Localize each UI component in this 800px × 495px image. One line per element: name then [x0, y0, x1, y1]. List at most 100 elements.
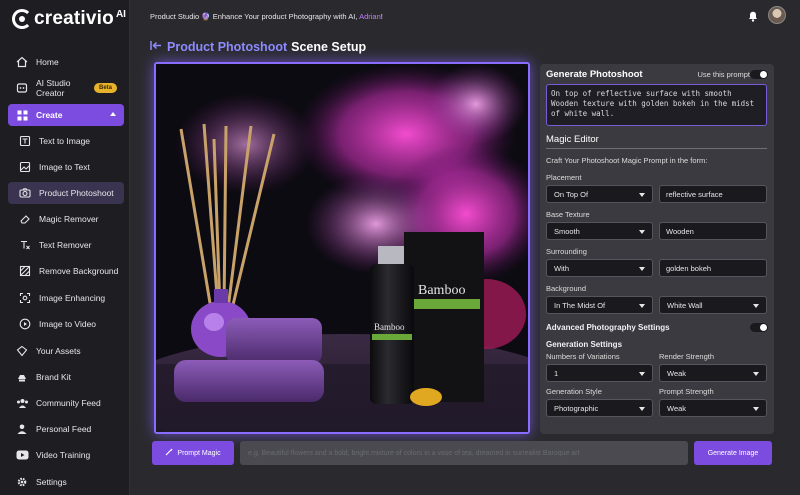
base-texture-label: Base Texture: [546, 210, 590, 219]
sidebar-item-product-photoshoot[interactable]: Product Photoshoot: [8, 182, 124, 204]
youtube-icon: [15, 448, 29, 462]
sidebar-item-label: Image Enhancing: [39, 293, 106, 303]
back-arrow-icon[interactable]: [150, 40, 162, 54]
magic-wand-icon: [165, 448, 174, 458]
use-prompt-toggle[interactable]: [750, 70, 768, 79]
placement-select-value: On Top Of: [554, 189, 589, 199]
app-logo[interactable]: creativio AI: [12, 8, 126, 30]
sidebar-item-label: Settings: [36, 477, 67, 487]
person-icon: [15, 422, 29, 436]
sidebar-item-home[interactable]: Home: [8, 51, 124, 73]
sidebar-item-label: AI Studio Creator: [36, 78, 71, 98]
variations-label: Numbers of Variations: [546, 352, 620, 361]
prompt-textarea[interactable]: On top of reflective surface with smooth…: [546, 84, 767, 126]
sidebar-item-community-feed[interactable]: Community Feed: [8, 392, 124, 414]
sidebar-item-settings[interactable]: Settings: [8, 471, 124, 493]
sidebar-item-remove-background[interactable]: Remove Background: [8, 260, 124, 282]
sidebar-item-text-remover[interactable]: Text Remover: [8, 234, 124, 256]
top-bar: Product Studio 🔮 Enhance Your product Ph…: [140, 4, 792, 28]
placement-label: Placement: [546, 173, 582, 182]
sidebar-item-label: Magic Remover: [39, 214, 99, 224]
advanced-settings-toggle[interactable]: [750, 323, 768, 332]
sidebar-item-video-training[interactable]: Video Training: [8, 444, 124, 466]
chevron-down-icon: [639, 193, 645, 197]
sidebar-item-text-to-image[interactable]: Text to Image: [8, 130, 124, 152]
app-name: creativio: [34, 8, 114, 29]
avatar[interactable]: [768, 6, 786, 24]
surrounding-select-value: With: [554, 263, 569, 273]
render-strength-label: Render Strength: [659, 352, 715, 361]
chevron-down-icon: [639, 304, 645, 308]
text-image-icon: [18, 134, 32, 148]
announcement-text: Product Studio 🔮 Enhance Your product Ph…: [150, 12, 383, 21]
text-remove-icon: [18, 238, 32, 252]
prompt-strength-select[interactable]: Weak: [659, 399, 767, 417]
sidebar-item-create[interactable]: Create: [8, 104, 124, 126]
sidebar-item-your-assets[interactable]: Your Assets: [8, 340, 124, 362]
render-strength-select[interactable]: Weak: [659, 364, 767, 382]
variations-select[interactable]: 1: [546, 364, 653, 382]
chevron-down-icon: [639, 230, 645, 234]
variations-select-value: 1: [554, 368, 559, 378]
sidebar-item-label: Text to Image: [39, 136, 91, 146]
sidebar-item-label: Your Assets: [36, 346, 81, 356]
sidebar-item-ai-studio[interactable]: AI Studio Creator Beta: [8, 78, 124, 98]
generation-style-select-value: Photographic: [554, 403, 599, 413]
sidebar-item-label: Create: [36, 110, 63, 120]
render-strength-select-value: Weak: [667, 368, 687, 378]
sidebar-item-image-to-text[interactable]: Image to Text: [8, 156, 124, 178]
sidebar-item-label: Product Photoshoot: [39, 188, 114, 198]
prompt-strength-label: Prompt Strength: [659, 387, 714, 396]
beta-badge: Beta: [94, 83, 118, 93]
background-select[interactable]: In The Midst Of: [546, 296, 653, 314]
page-title-accent: Product Photoshoot: [167, 40, 288, 54]
generation-style-select[interactable]: Photographic: [546, 399, 653, 417]
image-text-icon: [18, 160, 32, 174]
prompt-magic-button[interactable]: Prompt Magic: [152, 441, 234, 465]
sidebar-item-label: Image to Text: [39, 162, 90, 172]
background-label: Background: [546, 284, 587, 293]
page-title: Product Photoshoot Scene Setup: [150, 40, 366, 54]
product-scene-illustration: Bamboo Bamboo: [156, 64, 528, 432]
surrounding-input[interactable]: golden bokeh: [659, 259, 767, 277]
use-prompt-label: Use this prompt: [697, 70, 750, 79]
background-select-value: In The Midst Of: [554, 300, 606, 310]
sidebar-item-label: Personal Feed: [36, 424, 92, 434]
sidebar-item-image-to-video[interactable]: Image to Video: [8, 313, 124, 335]
app-name-suffix: AI: [115, 9, 126, 20]
chevron-down-icon: [639, 267, 645, 271]
generation-style-label: Generation Style: [546, 387, 602, 396]
play-circle-icon: [18, 317, 32, 331]
home-icon: [15, 55, 29, 69]
brand-kit-icon: [15, 370, 29, 384]
generate-image-button[interactable]: Generate Image: [694, 441, 772, 465]
surrounding-select[interactable]: With: [546, 259, 653, 277]
grid-icon: [15, 108, 29, 122]
base-texture-input[interactable]: Wooden: [659, 222, 767, 240]
magic-editor-heading: Magic Editor: [546, 134, 767, 149]
sidebar-item-image-enhancing[interactable]: Image Enhancing: [8, 287, 124, 309]
chevron-down-icon: [753, 372, 759, 376]
background-value-select-value: White Wall: [667, 300, 703, 310]
bell-icon[interactable]: [748, 9, 758, 27]
prompt-input[interactable]: e.g. Beautiful flowers and a bold, brigh…: [240, 441, 688, 465]
placement-input[interactable]: reflective surface: [659, 185, 767, 203]
announcement-prefix: Product Studio 🔮 Enhance Your product Ph…: [150, 11, 358, 21]
announcement-user-link[interactable]: Adrian: [359, 12, 381, 21]
page-title-rest: Scene Setup: [291, 40, 367, 54]
background-remove-icon: [18, 264, 32, 278]
announcement-suffix: !: [380, 11, 383, 21]
background-value-select[interactable]: White Wall: [659, 296, 767, 314]
sidebar-item-brand-kit[interactable]: Brand Kit: [8, 366, 124, 388]
advanced-settings-label: Advanced Photography Settings: [546, 323, 670, 332]
panel-title: Generate Photoshoot: [546, 69, 643, 80]
chevron-down-icon: [639, 407, 645, 411]
placement-select[interactable]: On Top Of: [546, 185, 653, 203]
base-texture-select[interactable]: Smooth: [546, 222, 653, 240]
assets-icon: [15, 344, 29, 358]
sidebar-item-personal-feed[interactable]: Personal Feed: [8, 418, 124, 440]
sidebar-item-magic-remover[interactable]: Magic Remover: [8, 208, 124, 230]
enhance-icon: [18, 291, 32, 305]
base-texture-select-value: Smooth: [554, 226, 580, 236]
sidebar-item-label: Video Training: [36, 450, 91, 460]
